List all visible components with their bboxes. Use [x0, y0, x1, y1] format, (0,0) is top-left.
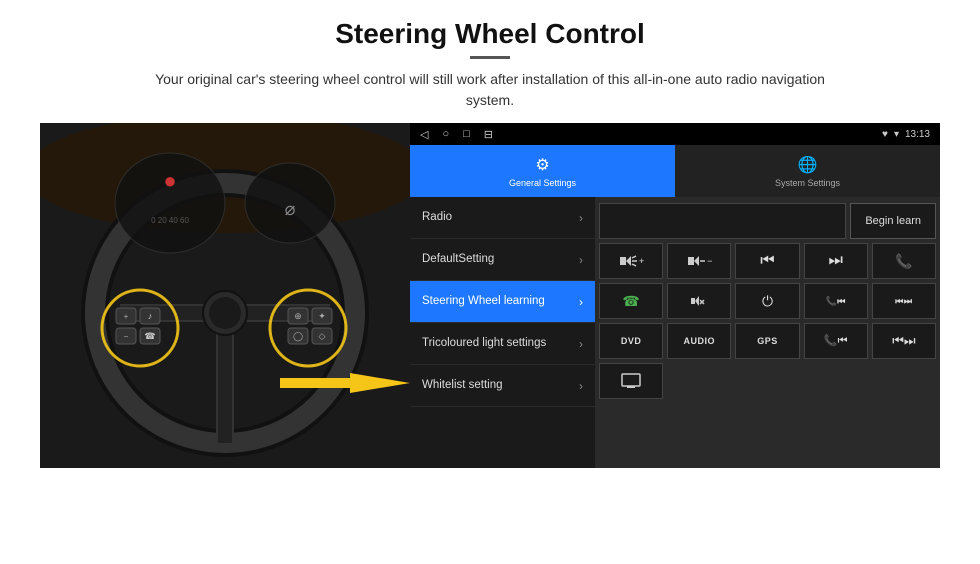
- menu-item-steering-wheel[interactable]: Steering Wheel learning ›: [410, 281, 595, 323]
- tab-bar: ⚙ General Settings 🌐 System Settings: [410, 145, 940, 197]
- menu-item-steering-label: Steering Wheel learning: [422, 295, 579, 309]
- menu-grid: Radio › DefaultSetting › Steering Wheel …: [410, 197, 940, 468]
- control-row-4: DVD AUDIO GPS 📞⏮ ⏮⏭: [599, 323, 936, 359]
- next-track-btn[interactable]: ⏭: [804, 243, 868, 279]
- menu-item-whitelist-label: Whitelist setting: [422, 379, 579, 393]
- control-panel: Begin learn + − ⏮ ⏭: [595, 197, 940, 468]
- general-settings-label: General Settings: [509, 178, 576, 188]
- vol-up-btn[interactable]: +: [599, 243, 663, 279]
- svg-text:0 20 40 60: 0 20 40 60: [151, 216, 189, 225]
- chevron-icon-tricoloured: ›: [579, 337, 583, 351]
- wifi-icon: ▾: [894, 129, 899, 140]
- menu-item-default-setting[interactable]: DefaultSetting ›: [410, 239, 595, 281]
- answer-call-btn[interactable]: ☎: [599, 283, 663, 319]
- system-settings-label: System Settings: [775, 178, 840, 188]
- nav-icons: ◁ ○ □ ⊟: [420, 128, 493, 141]
- menu-item-default-label: DefaultSetting: [422, 253, 579, 267]
- time-display: 13:13: [905, 129, 930, 140]
- svg-text:☎: ☎: [144, 331, 155, 341]
- control-row-2: + − ⏮ ⏭ 📞: [599, 243, 936, 279]
- menu-item-radio[interactable]: Radio ›: [410, 197, 595, 239]
- menu-item-tricoloured-label: Tricoloured light settings: [422, 337, 579, 351]
- control-row-3: ☎ ⏻ 📞⏮ ⏮⏭: [599, 283, 936, 319]
- phone-btn[interactable]: 📞: [872, 243, 936, 279]
- svg-text:⊕: ⊕: [294, 311, 302, 321]
- phone-prev-btn[interactable]: 📞⏮: [804, 323, 868, 359]
- status-right: ♥ ▾ 13:13: [882, 129, 930, 140]
- svg-text:♪: ♪: [148, 311, 153, 321]
- menu-item-tricoloured[interactable]: Tricoloured light settings ›: [410, 323, 595, 365]
- back-icon[interactable]: ◁: [420, 128, 428, 141]
- android-ui: ◁ ○ □ ⊟ ♥ ▾ 13:13 ⚙ General Settings: [410, 123, 940, 468]
- skip-btn[interactable]: ⏮⏭: [872, 323, 936, 359]
- audio-btn[interactable]: AUDIO: [667, 323, 731, 359]
- chevron-icon-steering: ›: [579, 295, 583, 309]
- svg-text:−: −: [124, 332, 129, 341]
- svg-text:●: ●: [163, 168, 176, 193]
- svg-text:◇: ◇: [319, 331, 326, 341]
- gps-btn[interactable]: GPS: [735, 323, 799, 359]
- svg-text:◯: ◯: [293, 331, 303, 342]
- power-btn[interactable]: ⏻: [735, 283, 799, 319]
- svg-text:⌀: ⌀: [285, 199, 296, 219]
- menu-list: Radio › DefaultSetting › Steering Wheel …: [410, 197, 595, 468]
- chevron-icon-whitelist: ›: [579, 379, 583, 393]
- signal-icon: ♥: [882, 129, 888, 140]
- radio-btn[interactable]: 📞⏮: [804, 283, 868, 319]
- menu-icon[interactable]: ⊟: [484, 128, 493, 141]
- control-row-5: [599, 363, 936, 399]
- chevron-icon-default: ›: [579, 253, 583, 267]
- mode-btn[interactable]: ⏮⏭: [872, 283, 936, 319]
- page-title: Steering Wheel Control: [40, 18, 940, 50]
- content-row: + − ♪ ☎ ⊕ ◯ ✦ ◇: [40, 123, 940, 468]
- menu-item-radio-label: Radio: [422, 211, 579, 225]
- prev-track-btn[interactable]: ⏮: [735, 243, 799, 279]
- empty-input-box: [599, 203, 846, 239]
- dvd-btn[interactable]: DVD: [599, 323, 663, 359]
- page-container: Steering Wheel Control Your original car…: [0, 0, 980, 478]
- steering-wheel-image: + − ♪ ☎ ⊕ ◯ ✦ ◇: [40, 123, 410, 468]
- tab-general-settings[interactable]: ⚙ General Settings: [410, 145, 675, 197]
- vol-up-label: +: [639, 256, 644, 266]
- vol-down-btn[interactable]: −: [667, 243, 731, 279]
- vol-down-label: −: [707, 256, 712, 266]
- recents-icon[interactable]: □: [463, 128, 470, 140]
- mute-btn[interactable]: [667, 283, 731, 319]
- subtitle: Your original car's steering wheel contr…: [140, 69, 840, 111]
- menu-item-whitelist[interactable]: Whitelist setting ›: [410, 365, 595, 407]
- screen-btn[interactable]: [599, 363, 663, 399]
- svg-text:+: +: [124, 312, 129, 321]
- system-settings-icon: 🌐: [798, 155, 818, 175]
- status-bar: ◁ ○ □ ⊟ ♥ ▾ 13:13: [410, 123, 940, 145]
- begin-learn-row: Begin learn: [599, 203, 936, 239]
- svg-text:✦: ✦: [318, 311, 326, 321]
- steering-wheel-svg: + − ♪ ☎ ⊕ ◯ ✦ ◇: [40, 123, 410, 468]
- title-section: Steering Wheel Control Your original car…: [40, 18, 940, 111]
- title-divider: [470, 56, 510, 59]
- general-settings-icon: ⚙: [535, 155, 549, 175]
- begin-learn-button[interactable]: Begin learn: [850, 203, 936, 239]
- tab-system-settings[interactable]: 🌐 System Settings: [675, 145, 940, 197]
- home-icon[interactable]: ○: [442, 128, 449, 140]
- chevron-icon-radio: ›: [579, 211, 583, 225]
